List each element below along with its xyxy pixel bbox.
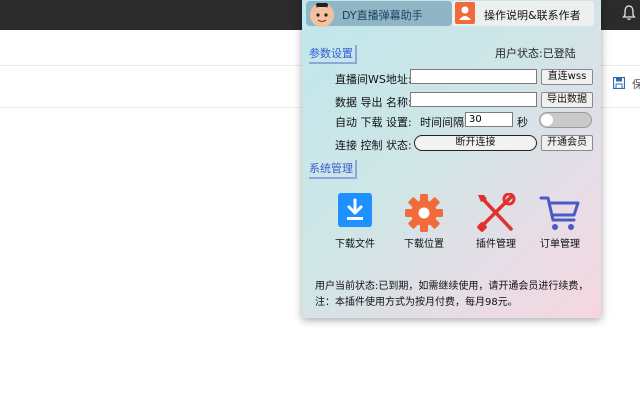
- tab-main[interactable]: DY直播弹幕助手: [306, 1, 452, 27]
- export-label: 数据 导出 名称:: [335, 96, 412, 109]
- plugin-manage-label: 插件管理: [476, 239, 516, 250]
- order-manage-label: 订单管理: [540, 239, 580, 250]
- user-status: 用户状态:已登陆: [495, 47, 576, 60]
- toggle-knob: [541, 114, 553, 126]
- disconnect-button[interactable]: 断开连接: [414, 135, 537, 151]
- open-membership-button[interactable]: 开通会员: [541, 135, 593, 151]
- download-location-label: 下载位置: [404, 239, 444, 250]
- export-name-input[interactable]: [410, 92, 537, 107]
- order-manage-tool[interactable]: 订单管理: [530, 193, 590, 253]
- download-file-label: 下载文件: [335, 239, 375, 250]
- params-section-title: 参数设置: [309, 45, 357, 64]
- download-icon: [338, 193, 372, 227]
- save-label[interactable]: 保: [632, 76, 640, 92]
- contact-icon: [455, 2, 475, 24]
- download-location-tool[interactable]: 下载位置: [394, 193, 454, 253]
- connection-label: 连接 控制 状态:: [335, 139, 412, 152]
- download-file-tool[interactable]: 下载文件: [325, 193, 385, 253]
- tab-help-label: 操作说明&联系作者: [484, 9, 581, 22]
- auto-download-label: 自动 下载 设置:: [335, 116, 412, 129]
- plugin-manage-tool[interactable]: 插件管理: [466, 193, 526, 253]
- interval-input[interactable]: [465, 112, 513, 127]
- interval-label: 时间间隔: [420, 116, 464, 129]
- tab-help[interactable]: 操作说明&联系作者: [452, 1, 594, 26]
- connect-wss-button[interactable]: 直连wss: [541, 69, 593, 85]
- tools-icon: [477, 193, 516, 232]
- tab-main-label: DY直播弹幕助手: [342, 9, 423, 22]
- membership-notice: 用户当前状态:已到期，如需继续使用，请开通会员进行续费，注：本插件使用方式为按月…: [315, 281, 589, 308]
- gear-icon: [405, 194, 443, 232]
- system-section-title: 系统管理: [309, 160, 357, 179]
- ws-address-input[interactable]: [410, 69, 537, 84]
- bell-icon[interactable]: [622, 5, 636, 21]
- auto-download-toggle[interactable]: [539, 112, 592, 128]
- cart-icon: [539, 196, 580, 230]
- avatar: [310, 3, 334, 27]
- export-data-button[interactable]: 导出数据: [541, 92, 593, 108]
- ws-label: 直播间WS地址:: [335, 73, 412, 86]
- interval-unit: 秒: [517, 116, 528, 129]
- extension-popup: DY直播弹幕助手 操作说明&联系作者 参数设置 用户状态:已登陆 直播间WS地址…: [302, 0, 601, 318]
- save-icon[interactable]: [613, 77, 625, 89]
